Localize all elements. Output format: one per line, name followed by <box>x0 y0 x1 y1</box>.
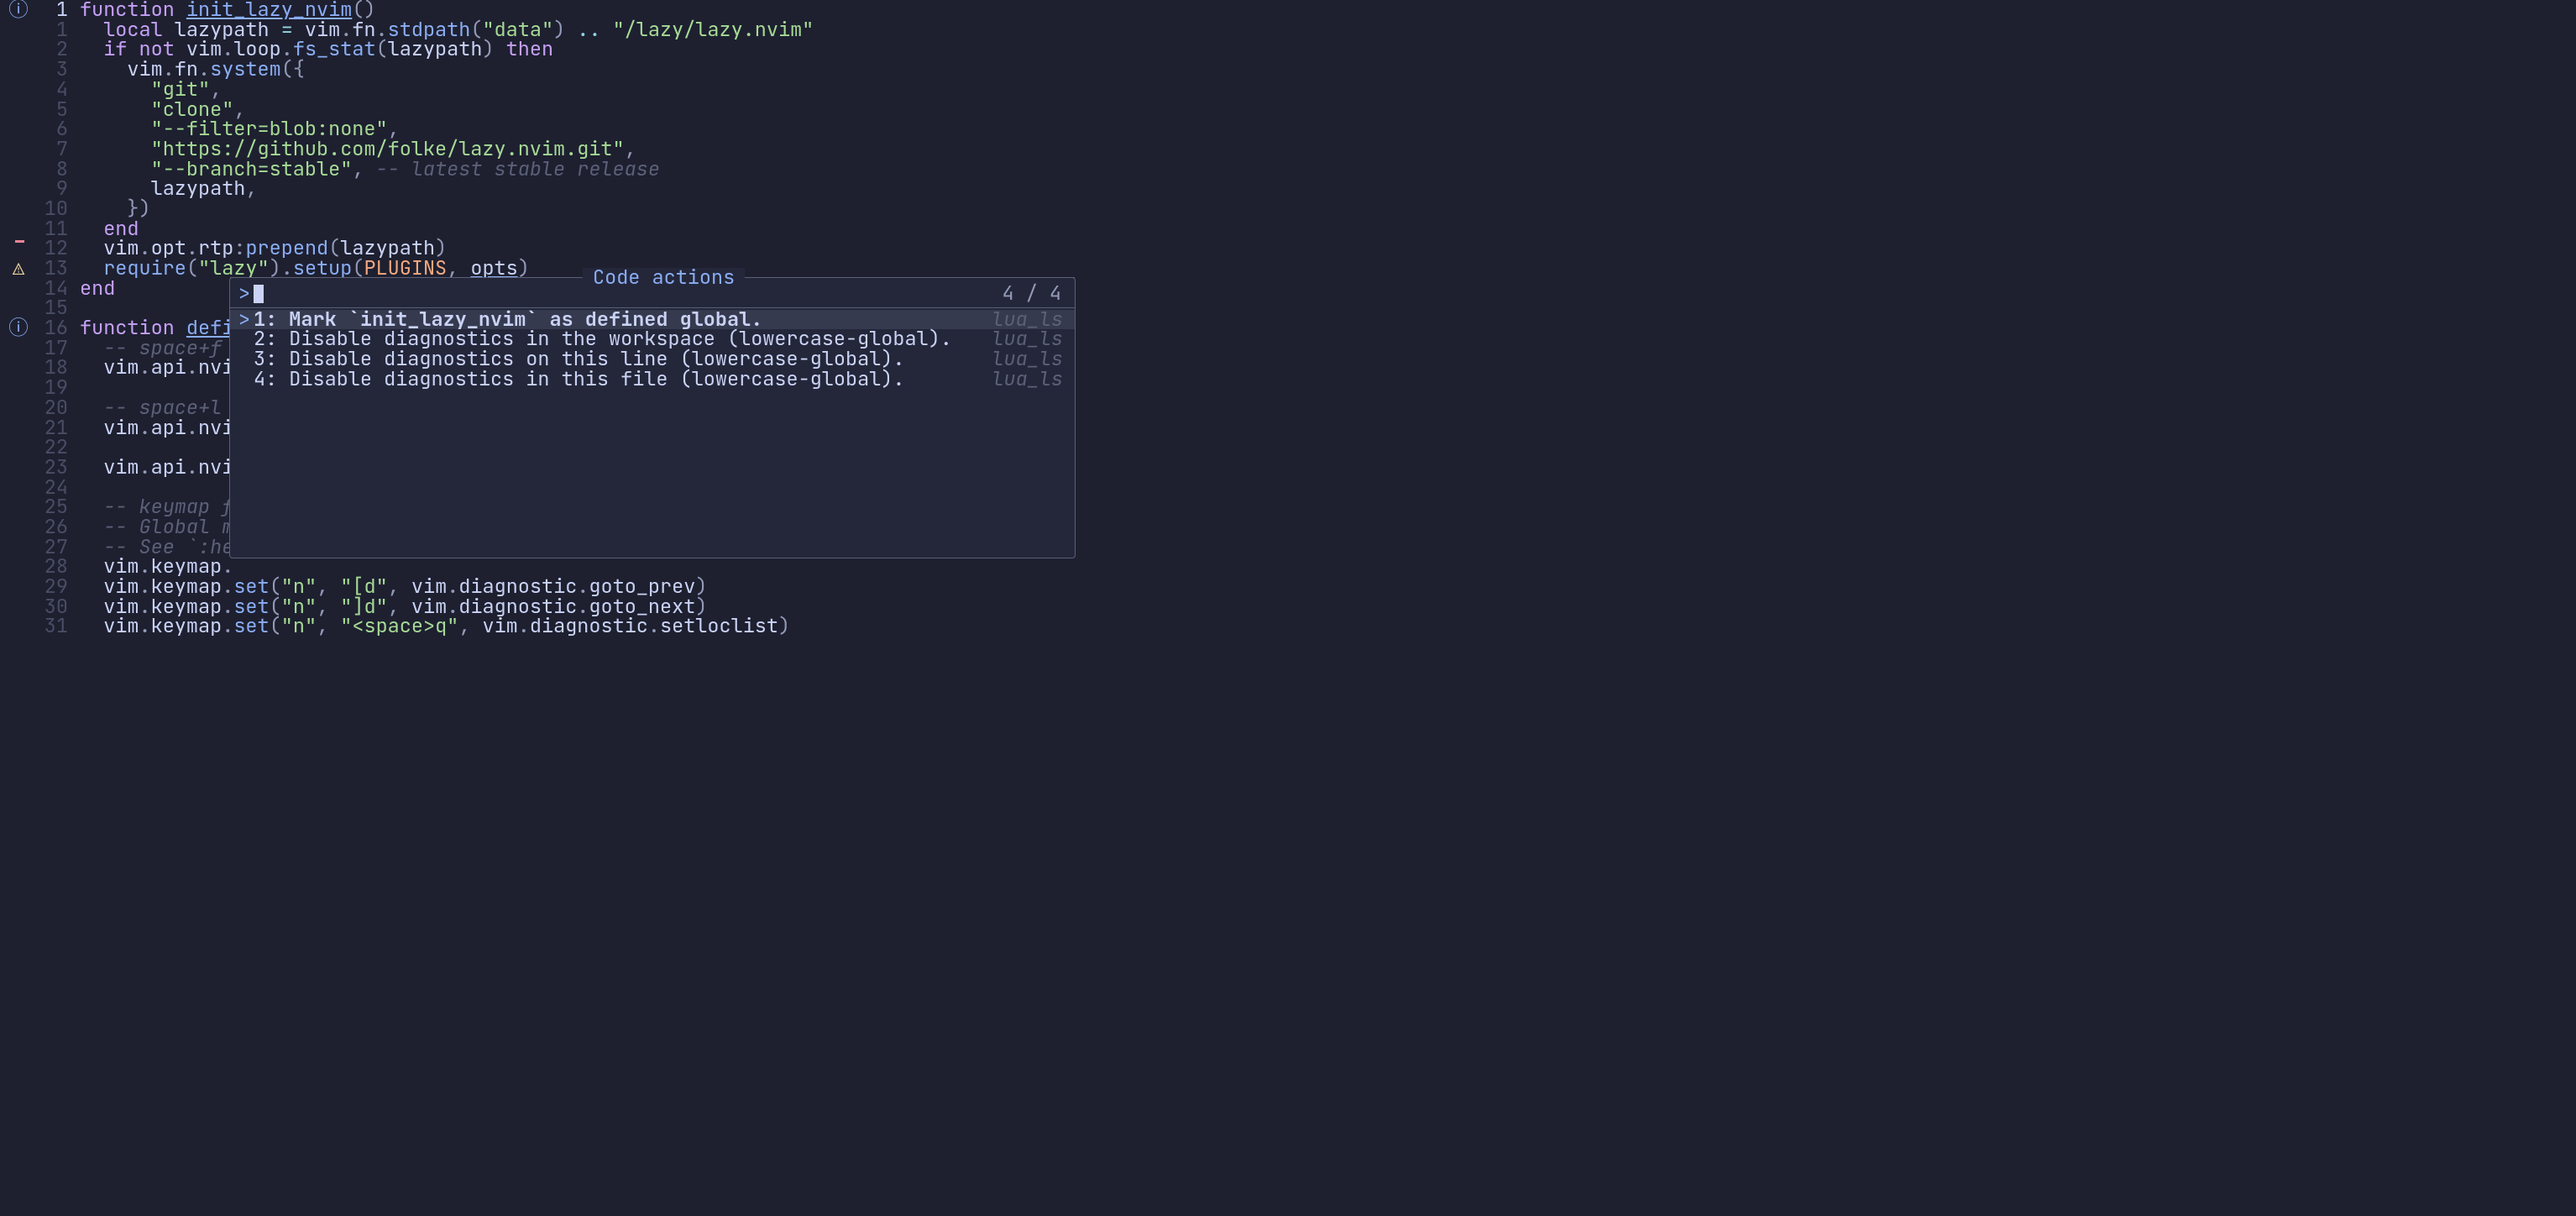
info-sign-icon: ⓘ <box>0 0 37 20</box>
code-line[interactable]: 9 lazypath, <box>0 179 2576 199</box>
code-line[interactable]: 2 if not vim.loop.fs_stat(lazypath) then <box>0 39 2576 60</box>
code-content[interactable]: vim.keymap.set("n", "<space>q", vim.diag… <box>80 616 790 637</box>
code-content[interactable]: vim.api.nvi <box>80 358 233 378</box>
popup-title: Code actions <box>583 268 745 288</box>
code-content[interactable]: end <box>80 279 115 299</box>
warning-sign-icon: ⚠ <box>0 259 37 279</box>
error-mark-icon <box>15 240 24 243</box>
selection-caret-icon: > <box>238 310 254 330</box>
popup-title-bar: Code actions <box>230 268 1075 288</box>
action-source: lua_ls <box>992 370 1066 390</box>
code-action-item[interactable]: 4: Disable diagnostics in this file (low… <box>230 370 1075 390</box>
info-sign-icon: ⓘ <box>0 318 37 338</box>
code-line[interactable]: 8 "--branch=stable", -- latest stable re… <box>0 160 2576 180</box>
line-number: 31 <box>37 616 80 637</box>
action-text: 4: Disable diagnostics in this file (low… <box>254 370 905 390</box>
code-actions-popup: Code actions > 4 / 4 >1: Mark `init_lazy… <box>229 277 1076 558</box>
code-line[interactable]: 4 "git", <box>0 80 2576 100</box>
code-content[interactable]: vim.api.nvi <box>80 418 233 438</box>
action-list: >1: Mark `init_lazy_nvim` as defined glo… <box>230 308 1075 390</box>
code-line[interactable]: 10 }) <box>0 199 2576 219</box>
code-line[interactable]: 31 vim.keymap.set("n", "<space>q", vim.d… <box>0 616 2576 637</box>
code-line[interactable]: 3 vim.fn.system({ <box>0 60 2576 80</box>
code-content[interactable]: vim.api.nvi <box>80 458 233 478</box>
